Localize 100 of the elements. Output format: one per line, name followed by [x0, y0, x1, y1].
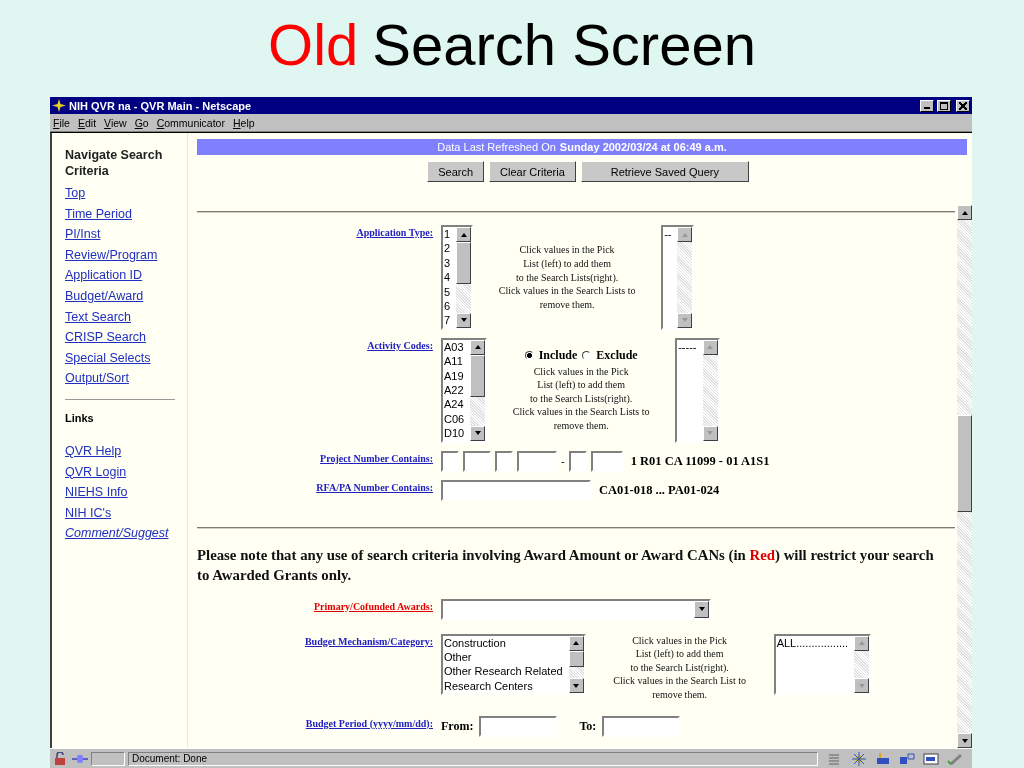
- sidebar-link[interactable]: NIEHS Info: [65, 482, 128, 503]
- menu-item[interactable]: Help: [232, 116, 255, 129]
- slide-title: Search Screen: [372, 11, 756, 78]
- input-field[interactable]: [479, 715, 558, 737]
- close-button[interactable]: [956, 99, 970, 112]
- sidebar-link[interactable]: QVR Login: [65, 461, 127, 483]
- field-label-link[interactable]: Budget Mechanism/Category:: [304, 633, 433, 702]
- input-field[interactable]: [517, 450, 557, 472]
- window-icon[interactable]: [923, 751, 939, 766]
- list-option[interactable]: --: [664, 227, 672, 242]
- sidebar-heading: Navigate Search Criteria: [65, 147, 164, 179]
- pick-list[interactable]: A03 A11 A19 A22 A24 C06 D10: [441, 337, 488, 443]
- sun-icon[interactable]: [851, 751, 867, 766]
- list-option[interactable]: 7: [444, 313, 451, 328]
- list-option[interactable]: C06: [444, 411, 465, 427]
- search-button[interactable]: Search: [427, 161, 485, 182]
- example-text: 1 R01 CA 11099 - 01 A1S1: [630, 453, 770, 469]
- scrollbar[interactable]: [456, 227, 472, 328]
- menu-item[interactable]: Go: [134, 116, 149, 129]
- inbox-icon[interactable]: [875, 751, 891, 766]
- search-list[interactable]: ALL.................: [773, 633, 872, 696]
- list-option[interactable]: 1: [444, 227, 451, 242]
- sidebar-link[interactable]: Time Period: [65, 203, 132, 225]
- sidebar-link[interactable]: Comment/Suggest: [65, 523, 169, 544]
- input-field[interactable]: [495, 450, 513, 472]
- list-option[interactable]: 2: [444, 241, 451, 256]
- search-list[interactable]: -----: [675, 337, 720, 443]
- minimize-button[interactable]: [920, 99, 934, 112]
- input-field[interactable]: [568, 450, 587, 472]
- list-option[interactable]: A03: [444, 339, 465, 355]
- list-option[interactable]: 6: [444, 299, 451, 314]
- input-field[interactable]: [590, 450, 623, 472]
- input-field[interactable]: [463, 450, 491, 472]
- sidebar-link[interactable]: Budget/Award: [65, 285, 144, 307]
- radio-option[interactable]: Exclude: [582, 347, 638, 363]
- sidebar-link[interactable]: Special Selects: [65, 347, 151, 369]
- help-text: Click values in the Pick List (left) to add them to the Search Lists(right). Click values in the Search Lists to remove them.: [512, 364, 650, 433]
- list-option[interactable]: ALL.................: [776, 635, 849, 650]
- sidebar-link[interactable]: CRISP Search: [65, 327, 147, 348]
- radio-option[interactable]: Include: [524, 347, 578, 363]
- menu-item[interactable]: Edit: [77, 116, 97, 129]
- retrieve-button[interactable]: Retrieve Saved Query: [580, 161, 749, 182]
- list-option[interactable]: A22: [444, 383, 465, 398]
- scrollbar[interactable]: [854, 635, 870, 694]
- list-option[interactable]: Research Centers: [444, 678, 563, 694]
- list-option[interactable]: 5: [444, 284, 451, 300]
- dropdown[interactable]: [441, 598, 711, 620]
- pen-icon[interactable]: [947, 751, 963, 766]
- status-text: Document: Done: [132, 753, 208, 764]
- to-label: To:: [579, 718, 597, 734]
- slide-title-highlight: Old: [268, 11, 359, 78]
- sidebar-link[interactable]: QVR Help: [65, 440, 122, 462]
- pick-list[interactable]: 1 2 3 4 5 6 7: [441, 225, 474, 330]
- menu-item[interactable]: File: [53, 116, 70, 129]
- notice-text: Please note that any use of search criteria involving Award Amount or Award CANs (in Red) will restrict your search to Awarded Grants only.: [197, 545, 935, 585]
- sidebar-link[interactable]: Review/Program: [65, 244, 158, 266]
- pick-list[interactable]: Construction Other Other Research Related Research Centers: [441, 633, 586, 696]
- star-icon: [52, 99, 66, 112]
- scrollbar[interactable]: [470, 339, 486, 441]
- field-label-link[interactable]: RFA/PA Number Contains:: [316, 479, 433, 501]
- list-option[interactable]: -----: [678, 339, 697, 355]
- list-option[interactable]: 3: [444, 255, 451, 271]
- clear-button[interactable]: Clear Criteria: [489, 161, 576, 182]
- menu-item[interactable]: View: [104, 116, 127, 129]
- field-label-link[interactable]: Application Type:: [356, 225, 433, 330]
- field-label-link[interactable]: Primary/Cofunded Awards:: [314, 598, 433, 620]
- list-option[interactable]: Other: [444, 650, 563, 665]
- list-option[interactable]: 4: [444, 270, 451, 285]
- list-option[interactable]: Construction: [444, 635, 563, 650]
- field-label-link[interactable]: Activity Codes:: [367, 337, 433, 443]
- links-heading: Links: [65, 411, 94, 424]
- list-option[interactable]: A11: [444, 354, 465, 369]
- scrollbar[interactable]: [702, 339, 718, 441]
- status-pane: [91, 751, 125, 766]
- input-field[interactable]: [602, 715, 681, 737]
- help-text: Click values in the Pick List (left) to add them to the Search Lists(right). Click values in the Search Lists to remove them.: [498, 243, 636, 312]
- search-list[interactable]: --: [661, 225, 695, 330]
- list-option[interactable]: D10: [444, 426, 465, 441]
- sidebar-link[interactable]: NIH IC's: [65, 502, 112, 524]
- sidebar-link[interactable]: Top: [65, 183, 86, 204]
- restore-button[interactable]: [937, 99, 951, 112]
- scrollbar[interactable]: [677, 227, 693, 328]
- help-text: Click values in the Pick List (left) to add them to the Search List(right). Click values in the Search List to remove them.: [613, 633, 746, 702]
- sidebar-link[interactable]: Output/Sort: [65, 368, 129, 389]
- example-text: CA01-018 ... PA01-024: [599, 482, 720, 498]
- scrollbar[interactable]: [957, 205, 972, 748]
- separator-text: -: [561, 455, 565, 468]
- field-label-link[interactable]: Project Number Contains:: [320, 450, 433, 472]
- sidebar-link[interactable]: Text Search: [65, 306, 131, 328]
- field-label-link[interactable]: Budget Period (yyyy/mm/dd):: [305, 715, 433, 737]
- input-field[interactable]: [441, 479, 591, 501]
- scrollbar[interactable]: [568, 635, 584, 694]
- list-option[interactable]: Other Research Related: [444, 664, 563, 679]
- list-option[interactable]: A19: [444, 368, 465, 383]
- list-option[interactable]: A24: [444, 397, 465, 412]
- input-field[interactable]: [441, 450, 459, 472]
- refresh-banner: Data Last Refreshed On Sunday 2002/03/24 at 06:49 a.m.: [197, 139, 967, 155]
- sidebar-link[interactable]: PI/Inst: [65, 224, 101, 245]
- sidebar-link[interactable]: Application ID: [65, 265, 143, 286]
- menu-item[interactable]: Communicator: [156, 116, 225, 129]
